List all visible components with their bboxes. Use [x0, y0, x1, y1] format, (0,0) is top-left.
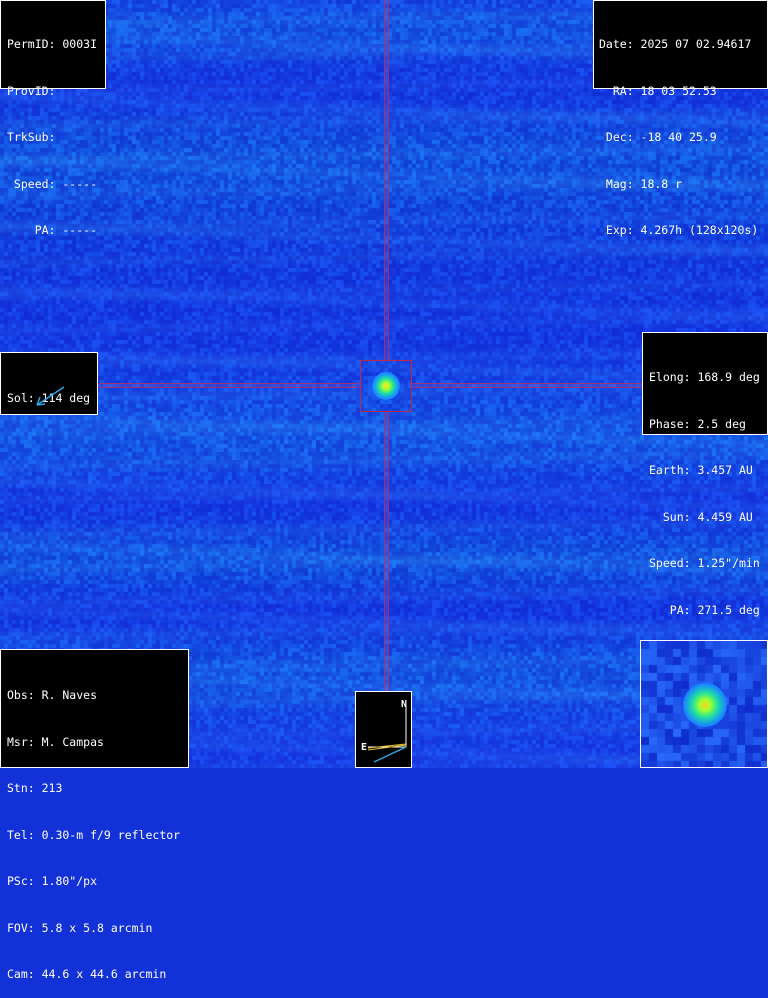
phase-text: Phase: 2.5 deg: [649, 416, 746, 431]
sol-panel: Sol: 114 deg: [0, 352, 98, 415]
zoom-inset: [640, 640, 768, 768]
exp-text: Exp: 4.267h (128x120s): [599, 223, 759, 237]
crosshair-horizontal-left: [98, 383, 360, 388]
observation-panel: Date: 2025 07 02.94617 RA: 18 03 52.53 D…: [593, 0, 768, 237]
earth-distance-text: Earth: 3.457 AU: [649, 463, 753, 477]
ra-text: RA: 18 03 52.53: [599, 83, 717, 98]
observer-text: Obs: R. Naves: [7, 688, 98, 702]
motion-pa-text: PA: 271.5 deg: [649, 602, 760, 617]
dec-text: Dec: -18 40 25.9: [599, 130, 717, 144]
motion-speed-text: Speed: 1.25"/min: [649, 556, 760, 570]
camera-text: Cam: 44.6 x 44.6 arcmin: [7, 967, 167, 981]
trksub-text: TrkSub:: [7, 130, 56, 144]
compass-north-label: N: [401, 699, 408, 710]
telescope-text: Tel: 0.30-m f/9 reflector: [7, 827, 181, 842]
elong-text: Elong: 168.9 deg: [649, 370, 760, 384]
target-object[interactable]: [372, 372, 400, 400]
pixel-scale-text: PSc: 1.80"/px: [7, 874, 98, 888]
sun-distance-text: Sun: 4.459 AU: [649, 509, 753, 524]
crosshair-vertical: [384, 0, 389, 360]
mag-text: Mag: 18.8 r: [599, 176, 683, 191]
object-id-panel: PermID: 0003I ProvID: TrkSub: Speed: ---…: [0, 0, 106, 237]
crosshair-horizontal-right: [412, 383, 642, 388]
fov-text: FOV: 5.8 x 5.8 arcmin: [7, 920, 153, 935]
prov-id-text: ProvID:: [7, 83, 56, 98]
sun-direction-arrow-icon: [36, 386, 65, 406]
station-text: Stn: 213: [7, 781, 63, 795]
pa-text: PA: -----: [7, 223, 98, 237]
compass-east-label: E: [361, 742, 368, 753]
measurer-text: Msr: M. Campas: [7, 734, 104, 749]
observer-panel: Obs: R. Naves Msr: M. Campas Stn: 213 Te…: [0, 649, 189, 981]
zoom-target-object: [683, 683, 727, 727]
speed-text: Speed: -----: [7, 176, 98, 191]
compass-panel: N E: [355, 691, 412, 768]
perm-id-text: PermID: 0003I: [7, 37, 98, 51]
date-text: Date: 2025 07 02.94617: [599, 37, 752, 51]
geometry-panel: Elong: 168.9 deg Phase: 2.5 deg Earth: 3…: [642, 332, 768, 617]
